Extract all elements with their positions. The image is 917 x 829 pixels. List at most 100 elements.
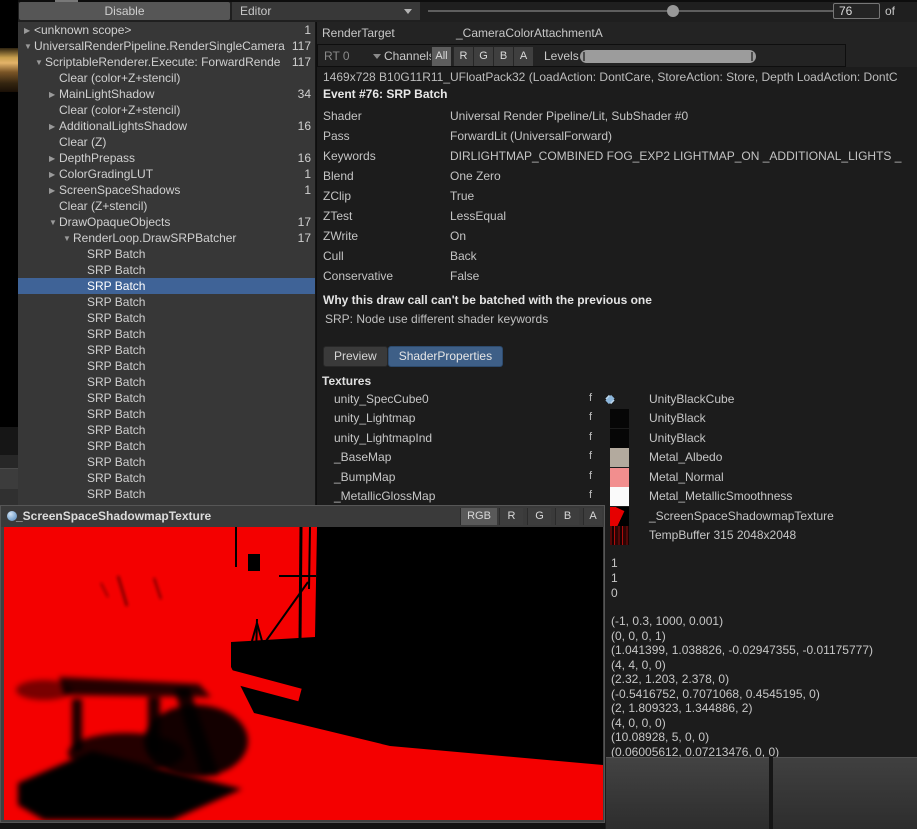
tree-item[interactable]: SRP Batch (18, 470, 315, 486)
tree-item[interactable]: SRP Batch (18, 390, 315, 406)
render-target-label: RenderTarget (322, 26, 395, 40)
preview-title: _ScreenSpaceShadowmapTexture (16, 509, 211, 523)
tree-item[interactable]: <unknown scope>1 (18, 22, 315, 38)
tree-item[interactable]: ScriptableRenderer.Execute: ForwardRende… (18, 54, 315, 70)
rt-select[interactable]: RT 0 (324, 49, 350, 63)
channel-button-a[interactable]: A (513, 47, 533, 66)
property-row: ConservativeFalse (317, 266, 917, 286)
levels-slider[interactable] (580, 50, 756, 63)
vector-value: (0, 0, 0, 1) (611, 629, 873, 644)
tree-item[interactable]: SRP Batch (18, 246, 315, 262)
tree-item[interactable]: SRP Batch (18, 342, 315, 358)
texture-thumbnail[interactable] (610, 507, 629, 526)
preview-channel-rgb[interactable]: RGB (460, 508, 497, 525)
foldout-arrow-icon[interactable] (47, 122, 59, 131)
channel-button-g[interactable]: G (473, 47, 493, 66)
tree-item[interactable]: SRP Batch (18, 358, 315, 374)
channel-button-r[interactable]: R (453, 47, 473, 66)
tree-item[interactable]: Clear (color+Z+stencil) (18, 102, 315, 118)
scene-fragment (0, 48, 18, 92)
tree-item[interactable]: Clear (color+Z+stencil) (18, 70, 315, 86)
event-slider[interactable] (428, 10, 845, 12)
texture-thumbnail[interactable] (610, 487, 629, 506)
vector-values: (-1, 0.3, 1000, 0.001) (0, 0, 0, 1) (1.0… (611, 614, 873, 759)
tree-item[interactable]: SRP Batch (18, 310, 315, 326)
texture-thumbnail[interactable] (610, 429, 629, 448)
foldout-arrow-icon[interactable] (47, 154, 59, 163)
event-tree-panel: <unknown scope>1 UniversalRenderPipeline… (18, 22, 315, 505)
detail-tabs: PreviewShaderProperties (323, 346, 503, 367)
tree-item[interactable]: Clear (Z) (18, 134, 315, 150)
window-bottom-edge (0, 823, 605, 829)
buffer-info: 1469x728 B10G11R11_UFloatPack32 (LoadAct… (323, 70, 917, 84)
tab-preview[interactable]: Preview (323, 346, 388, 367)
tree-item[interactable]: SRP Batch (18, 374, 315, 390)
foldout-arrow-icon[interactable] (47, 186, 59, 195)
tree-item-selected[interactable]: SRP Batch (18, 278, 315, 294)
tree-item[interactable]: AdditionalLightsShadow16 (18, 118, 315, 134)
tree-item[interactable]: MainLightShadow34 (18, 86, 315, 102)
render-target-row: RenderTarget _CameraColorAttachmentA (317, 22, 917, 44)
texture-row: unity_SpecCube0f UnityBlackCube (317, 390, 917, 409)
foldout-arrow-icon[interactable] (22, 26, 34, 35)
tree-item[interactable]: SRP Batch (18, 262, 315, 278)
vector-value: (10.08928, 5, 0, 0) (611, 730, 873, 745)
tree-item[interactable]: SRP Batch (18, 294, 315, 310)
vector-value: (4, 0, 0, 0) (611, 716, 873, 731)
texture-thumbnail[interactable] (610, 448, 629, 467)
preview-channel-a[interactable]: A (583, 508, 602, 525)
foldout-arrow-icon[interactable] (47, 218, 59, 227)
tree-item[interactable]: Clear (Z+stencil) (18, 198, 315, 214)
tree-item[interactable]: RenderLoop.DrawSRPBatcher17 (18, 230, 315, 246)
texture-thumbnail[interactable] (610, 468, 629, 487)
tree-item[interactable]: ColorGradingLUT1 (18, 166, 315, 182)
event-slider-handle[interactable] (667, 5, 679, 17)
float-values: 1 1 0 (611, 556, 618, 601)
background-band (0, 468, 18, 489)
background-panel (606, 757, 769, 829)
channels-box: RT 0 Channels All R G B A Levels (317, 44, 846, 67)
tree-item[interactable]: SRP Batch (18, 486, 315, 502)
batch-break-title: Why this draw call can't be batched with… (323, 293, 652, 307)
property-row: PassForwardLit (UniversalForward) (317, 126, 917, 146)
tree-item[interactable]: SRP Batch (18, 406, 315, 422)
preview-title-bar[interactable]: _ScreenSpaceShadowmapTexture RGB R G B A (1, 506, 604, 527)
event-title: Event #76: SRP Batch (323, 87, 448, 101)
disable-button[interactable]: Disable (19, 2, 230, 20)
texture-thumbnail[interactable] (610, 526, 629, 545)
vector-value: (4, 4, 0, 0) (611, 658, 873, 673)
tree-item[interactable]: SRP Batch (18, 326, 315, 342)
foldout-arrow-icon[interactable] (61, 234, 73, 243)
background-band (0, 427, 18, 455)
shadowmap-preview-image (4, 527, 603, 820)
property-row: ShaderUniversal Render Pipeline/Lit, Sub… (317, 106, 917, 126)
target-select-dropdown[interactable]: Editor (232, 2, 420, 20)
texture-row: _BaseMapf Metal_Albedo (317, 448, 917, 467)
tab-shader-properties[interactable]: ShaderProperties (388, 346, 503, 367)
texture-row: unity_LightmapIndf UnityBlack (317, 429, 917, 448)
vector-value: (-0.5416752, 0.7071068, 0.4545195, 0) (611, 687, 873, 702)
preview-channel-g[interactable]: G (527, 508, 551, 525)
event-number-input[interactable]: 76 (833, 3, 880, 19)
foldout-arrow-icon[interactable] (22, 42, 34, 51)
property-row: CullBack (317, 246, 917, 266)
texture-thumbnail[interactable] (610, 409, 629, 428)
tree-item[interactable]: SRP Batch (18, 438, 315, 454)
preview-channel-r[interactable]: R (499, 508, 523, 525)
background-panel (773, 757, 917, 829)
chevron-down-icon (373, 54, 381, 59)
channel-button-all[interactable]: All (431, 47, 451, 66)
tree-item[interactable]: DrawOpaqueObjects17 (18, 214, 315, 230)
levels-label: Levels (544, 49, 579, 63)
channel-button-b[interactable]: B (493, 47, 513, 66)
float-value: 1 (611, 571, 618, 586)
foldout-arrow-icon[interactable] (47, 90, 59, 99)
tree-item[interactable]: ScreenSpaceShadows1 (18, 182, 315, 198)
tree-item[interactable]: SRP Batch (18, 454, 315, 470)
foldout-arrow-icon[interactable] (47, 170, 59, 179)
foldout-arrow-icon[interactable] (33, 58, 45, 67)
tree-item[interactable]: UniversalRenderPipeline.RenderSingleCame… (18, 38, 315, 54)
tree-item[interactable]: DepthPrepass16 (18, 150, 315, 166)
tree-item[interactable]: SRP Batch (18, 422, 315, 438)
preview-channel-b[interactable]: B (555, 508, 579, 525)
